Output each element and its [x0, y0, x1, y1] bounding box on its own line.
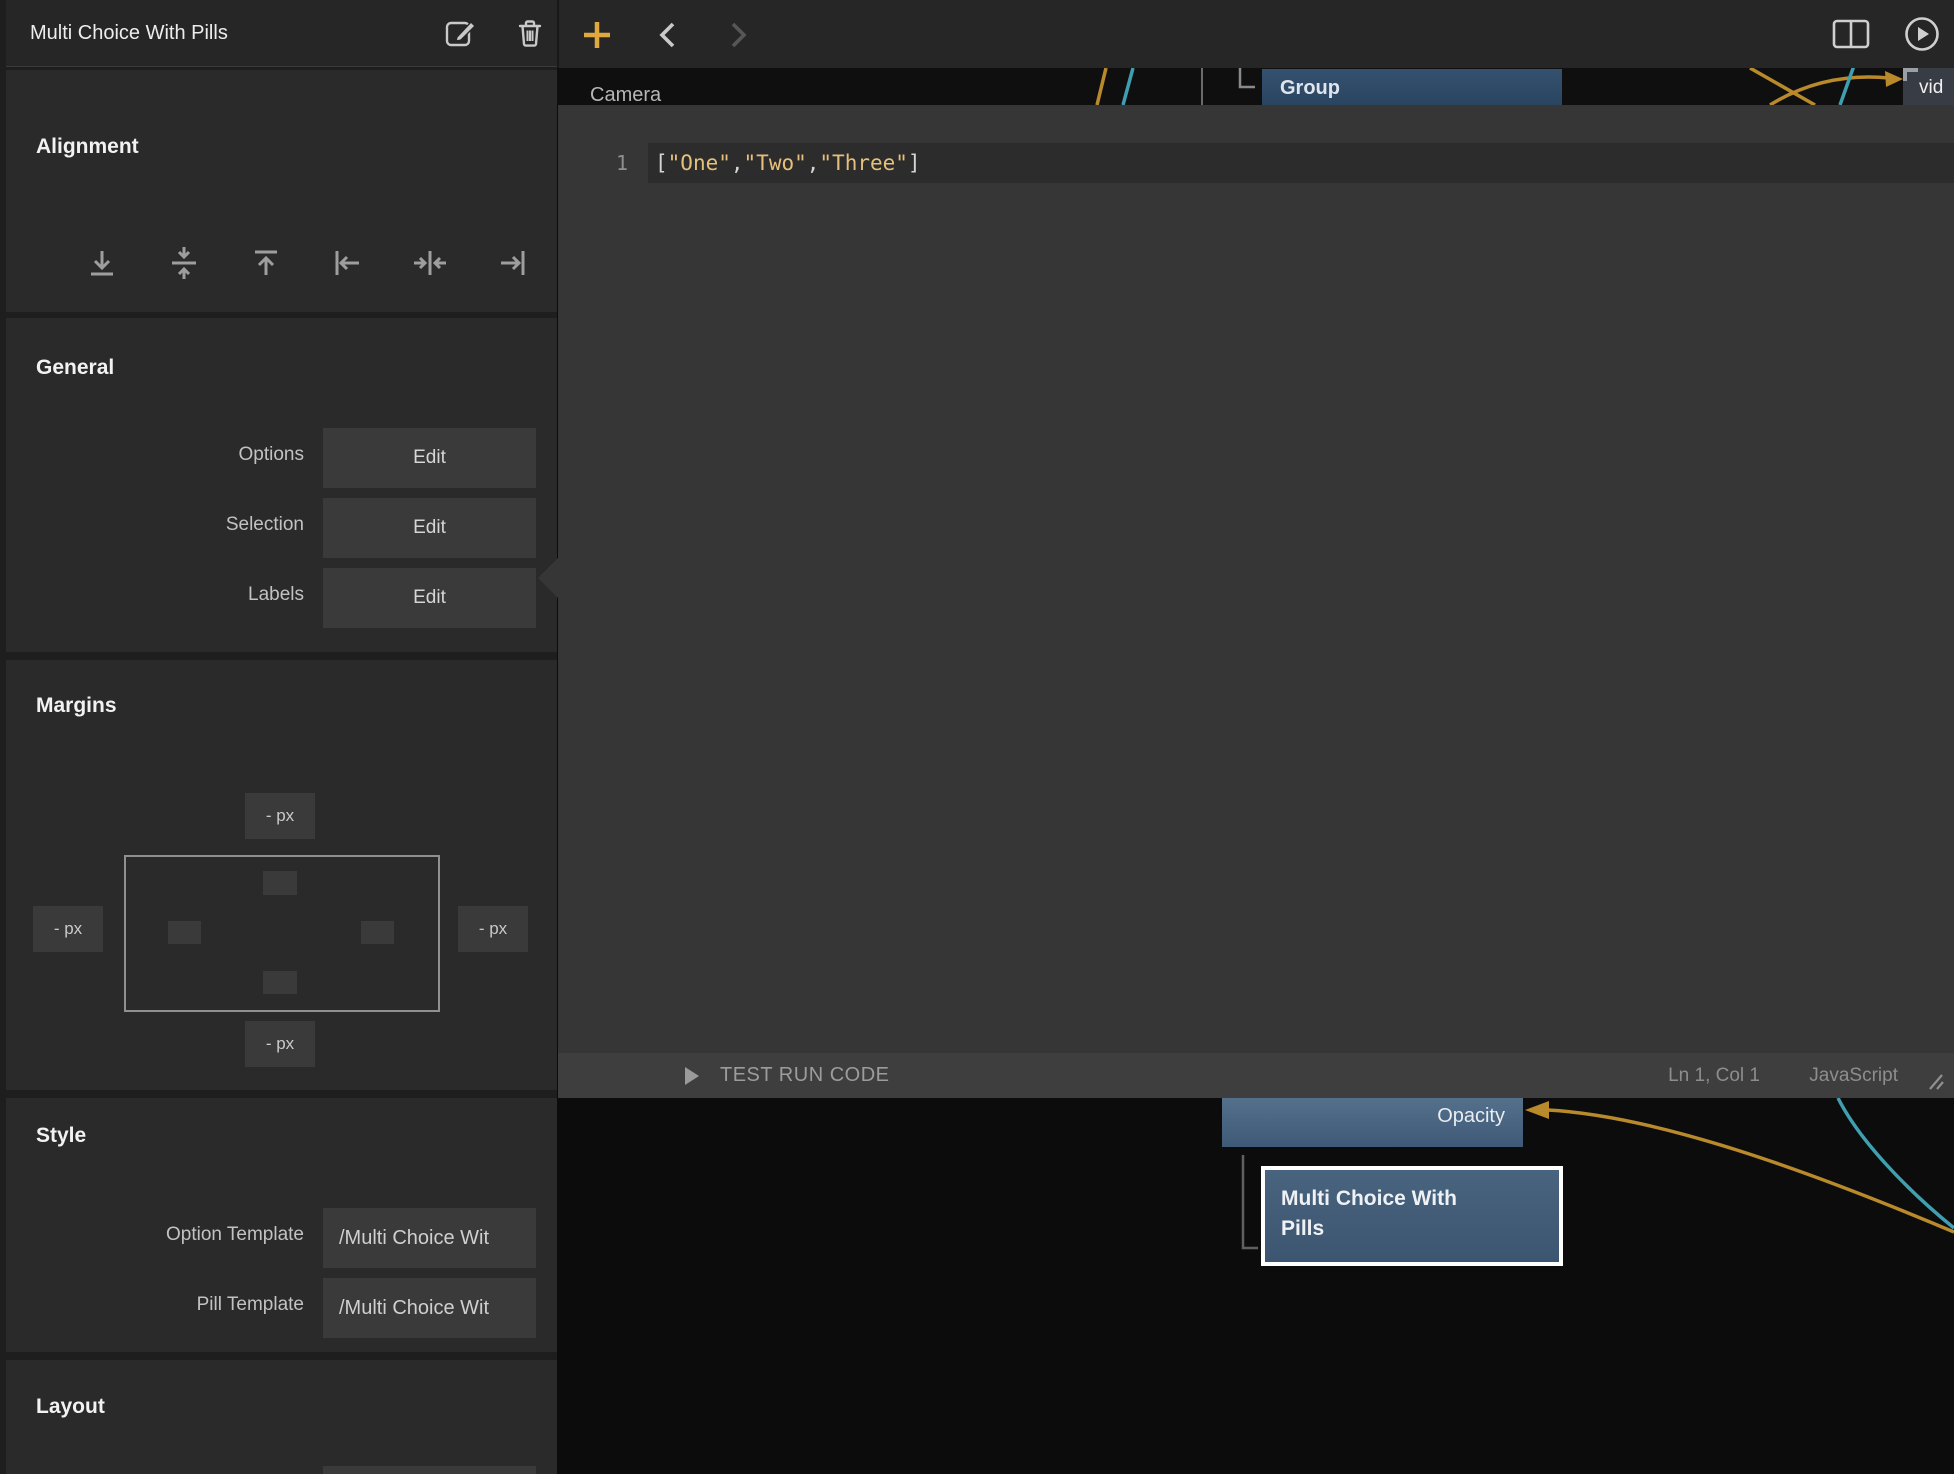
align-center-vertical-icon[interactable] — [164, 243, 204, 283]
node-selection-corner — [1903, 68, 1907, 81]
properties-sidebar: Multi Choice With Pills Alignment — [0, 0, 557, 1474]
cursor-position: Ln 1, Col 1 — [1668, 1053, 1760, 1098]
margin-right-handle[interactable] — [361, 921, 394, 944]
margin-right-input[interactable]: - px — [458, 906, 528, 952]
forward-icon[interactable] — [725, 21, 751, 49]
editor-status-bar: TEST RUN CODE Ln 1, Col 1 JavaScript — [558, 1053, 1954, 1098]
patch-canvas-bottom: Opacity Multi Choice With Pills — [557, 1098, 1954, 1474]
patch-wires — [557, 68, 1954, 105]
margin-top-input[interactable]: - px — [245, 793, 315, 839]
section-alignment: Alignment — [6, 70, 557, 312]
section-layout: Layout — [6, 1360, 557, 1474]
option-template-label: Option Template — [6, 1224, 304, 1246]
labels-label: Labels — [6, 584, 304, 606]
margin-top-handle[interactable] — [263, 871, 297, 895]
node-camera[interactable]: Camera — [590, 84, 661, 105]
node-group[interactable]: Group — [1262, 69, 1562, 105]
sidebar-header: Multi Choice With Pills — [6, 0, 557, 67]
popover-arrow — [538, 558, 558, 598]
node-video[interactable]: vid — [1903, 68, 1954, 105]
option-template-value[interactable]: /Multi Choice Wit — [323, 1208, 536, 1268]
align-center-horizontal-icon[interactable] — [410, 243, 450, 283]
split-view-icon[interactable] — [1832, 19, 1870, 49]
section-title: Layout — [36, 1395, 105, 1419]
options-edit-button[interactable]: Edit — [323, 428, 536, 488]
back-icon[interactable] — [655, 21, 681, 49]
section-style: Style Option Template /Multi Choice Wit … — [6, 1098, 557, 1352]
node-label: Multi Choice With Pills — [1281, 1184, 1457, 1244]
margin-bottom-handle[interactable] — [263, 971, 297, 994]
selection-label: Selection — [6, 514, 304, 536]
labels-edit-button[interactable]: Edit — [323, 568, 536, 628]
align-bottom-icon[interactable] — [82, 243, 122, 283]
margin-bottom-input[interactable]: - px — [245, 1021, 315, 1067]
patch-title: Multi Choice With Pills — [30, 0, 228, 66]
code-input[interactable]: ["One","Two","Three"] — [655, 143, 921, 183]
javascript-editor-popover: 1 ["One","Two","Three"] TEST RUN CODE Ln… — [558, 105, 1954, 1098]
section-general: General Options Edit Selection Edit Labe… — [6, 318, 557, 652]
align-right-icon[interactable] — [492, 243, 532, 283]
run-prototype-icon[interactable] — [1904, 16, 1940, 52]
pill-template-value[interactable]: /Multi Choice Wit — [323, 1278, 536, 1338]
margins-diagram — [124, 855, 440, 1012]
section-title: General — [36, 356, 114, 380]
resize-grip[interactable] — [1922, 1069, 1946, 1091]
options-label: Options — [6, 444, 304, 466]
delete-icon[interactable] — [514, 17, 546, 49]
pill-template-label: Pill Template — [6, 1294, 304, 1316]
test-run-button[interactable]: TEST RUN CODE — [720, 1053, 889, 1098]
language-label: JavaScript — [1809, 1053, 1898, 1098]
node-opacity[interactable]: Opacity — [1222, 1098, 1523, 1147]
align-top-icon[interactable] — [246, 243, 286, 283]
node-multi-choice-with-pills[interactable]: Multi Choice With Pills — [1261, 1166, 1563, 1266]
selection-edit-button[interactable]: Edit — [323, 498, 536, 558]
patch-canvas-top: Camera Group vid — [557, 68, 1954, 105]
app-window: Multi Choice With Pills Alignment — [0, 0, 1954, 1474]
test-run-icon[interactable] — [683, 1066, 701, 1086]
align-left-icon[interactable] — [328, 243, 368, 283]
line-number: 1 — [558, 143, 628, 183]
section-title: Style — [36, 1124, 86, 1148]
patch-wires — [557, 1098, 1954, 1474]
section-margins: Margins - px - px - px - px — [6, 660, 557, 1090]
add-patch-icon[interactable] — [582, 20, 612, 50]
layout-partial-button[interactable] — [323, 1466, 536, 1474]
margin-left-handle[interactable] — [168, 921, 201, 944]
section-title: Alignment — [36, 135, 139, 159]
section-title: Margins — [36, 694, 117, 718]
rename-icon[interactable] — [444, 17, 478, 49]
canvas-toolbar — [557, 0, 1954, 68]
margin-left-input[interactable]: - px — [33, 906, 103, 952]
